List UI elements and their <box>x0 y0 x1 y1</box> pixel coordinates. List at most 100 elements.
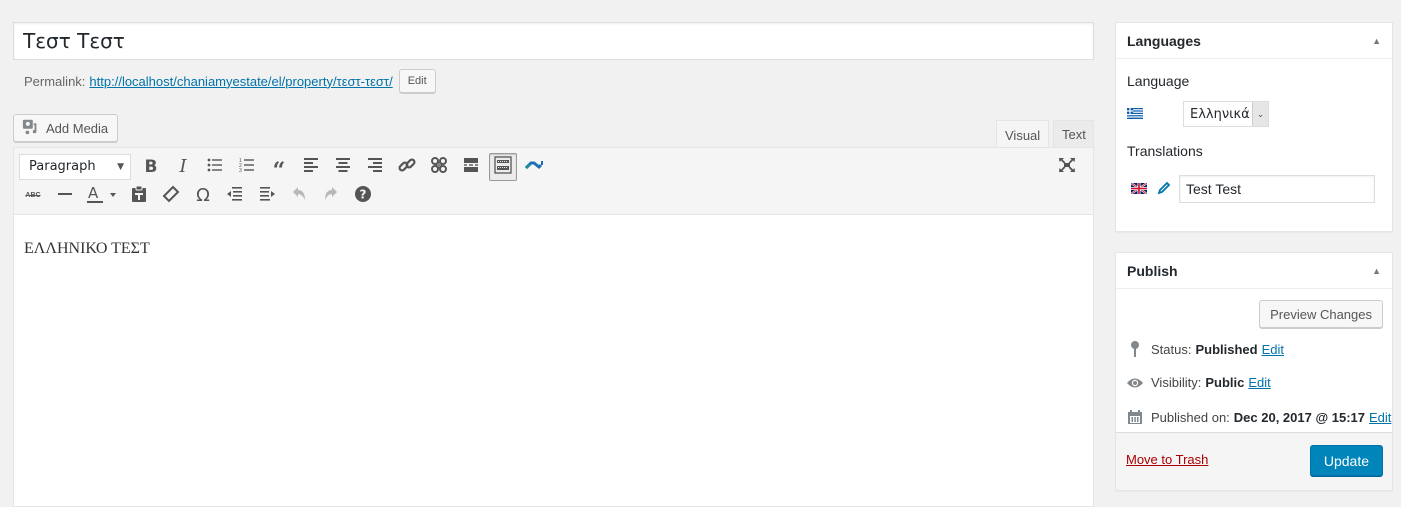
increase-indent-button[interactable] <box>253 182 281 210</box>
numbered-list-button[interactable]: 123 <box>233 153 261 181</box>
undo-button[interactable] <box>285 182 313 210</box>
status-value: Published <box>1195 341 1258 357</box>
permalink-row: Permalink: http://localhost/chaniamyesta… <box>24 69 436 93</box>
published-on-row: Published on: Dec 20, 2017 @ 15:17 Edit <box>1125 409 1391 425</box>
omega-icon: Ω <box>196 185 210 206</box>
publish-title: Publish <box>1127 262 1178 279</box>
align-right-button[interactable] <box>361 153 389 181</box>
permalink-label: Permalink: <box>24 73 86 89</box>
align-center-icon <box>333 155 353 178</box>
decrease-indent-button[interactable] <box>221 182 249 210</box>
language-label: Language <box>1127 73 1190 89</box>
permalink-edit-button[interactable]: Edit <box>398 69 436 93</box>
publish-box-header[interactable]: Publish ▲ <box>1116 253 1392 289</box>
text-color-icon: A <box>85 184 121 207</box>
published-on-edit-link[interactable]: Edit <box>1369 410 1391 425</box>
eraser-icon <box>161 184 181 207</box>
fullscreen-button[interactable] <box>1053 152 1081 180</box>
languages-box-header[interactable]: Languages ▲ <box>1116 23 1392 59</box>
media-icon <box>22 118 40 139</box>
visibility-edit-link[interactable]: Edit <box>1248 375 1270 390</box>
undo-icon <box>289 184 309 207</box>
remove-link-button[interactable] <box>425 153 453 181</box>
published-on-label: Published on: <box>1151 409 1230 425</box>
clipboard-icon <box>129 184 149 207</box>
major-publishing-actions: Move to Trash Update <box>1116 432 1392 490</box>
svg-text:A: A <box>88 184 99 202</box>
status-label: Status: <box>1151 341 1192 357</box>
title-field-wrapper <box>13 22 1094 60</box>
preview-changes-button[interactable]: Preview Changes <box>1259 300 1383 328</box>
status-row: Status: Published Edit <box>1125 341 1284 357</box>
bulleted-list-icon <box>205 155 225 178</box>
content-paragraph: ΕΛΛΗΝΙΚΟ ΤΕΣΤ <box>24 240 150 257</box>
status-edit-link[interactable]: Edit <box>1262 342 1284 357</box>
italic-icon: I <box>179 156 187 177</box>
tab-text[interactable]: Text <box>1053 120 1094 148</box>
svg-text:?: ? <box>360 188 367 202</box>
clear-formatting-button[interactable] <box>157 182 185 210</box>
editor-toolbar: Paragraph ▼ B I 123 “ ABC A Ω ? <box>14 148 1093 215</box>
quote-icon: “ <box>272 157 286 184</box>
languages-body: Language Ελληνικά ⌄ Translations <box>1116 59 1392 215</box>
unlink-icon <box>429 155 449 178</box>
greek-flag-icon <box>1127 107 1143 122</box>
permalink-link[interactable]: http://localhost/chaniamyestate/el/prope… <box>89 74 392 89</box>
read-more-icon <box>461 155 481 178</box>
redo-icon <box>321 184 341 207</box>
horizontal-line-icon <box>55 184 75 207</box>
read-more-button[interactable] <box>457 153 485 181</box>
insert-link-button[interactable] <box>393 153 421 181</box>
special-character-button[interactable]: Ω <box>189 182 217 210</box>
add-media-button[interactable]: Add Media <box>13 114 119 142</box>
move-to-trash-link[interactable]: Move to Trash <box>1126 452 1208 467</box>
align-left-button[interactable] <box>297 153 325 181</box>
indent-icon <box>257 184 277 207</box>
keyboard-icon <box>493 155 513 178</box>
toolbar-toggle-button[interactable] <box>489 152 517 181</box>
numbered-list-icon: 123 <box>237 155 257 178</box>
horizontal-line-button[interactable] <box>51 182 79 210</box>
editor-content-area[interactable]: ΕΛΛΗΝΙΚΟ ΤΕΣΤ <box>14 215 1093 283</box>
bold-button[interactable]: B <box>137 153 165 181</box>
text-color-button[interactable]: A <box>83 182 123 210</box>
fullscreen-icon <box>1057 155 1077 178</box>
pin-icon <box>1125 341 1145 357</box>
link-icon <box>397 155 417 178</box>
collapse-toggle-icon[interactable]: ▲ <box>1372 36 1381 46</box>
language-row: Ελληνικά ⌄ <box>1127 101 1381 127</box>
format-select[interactable]: Paragraph ▼ <box>19 153 131 180</box>
update-button[interactable]: Update <box>1309 445 1383 476</box>
align-center-button[interactable] <box>329 153 357 181</box>
custom-plugin-button[interactable] <box>521 153 549 181</box>
languages-title: Languages <box>1127 32 1201 49</box>
chevron-down-icon: ▼ <box>117 161 124 172</box>
language-select[interactable]: Ελληνικά ⌄ <box>1183 101 1269 127</box>
italic-button[interactable]: I <box>169 153 197 181</box>
redo-button[interactable] <box>317 182 345 210</box>
visibility-label: Visibility: <box>1151 375 1202 390</box>
collapse-toggle-icon[interactable]: ▲ <box>1372 266 1381 276</box>
visibility-row: Visibility: Public Edit <box>1125 375 1271 390</box>
edit-translation-pencil-icon[interactable] <box>1157 181 1171 198</box>
outdent-icon <box>225 184 245 207</box>
paste-as-text-button[interactable] <box>125 182 153 210</box>
tab-visual[interactable]: Visual <box>996 120 1049 149</box>
strikethrough-icon: ABC <box>25 192 41 199</box>
language-select-value: Ελληνικά <box>1190 106 1250 122</box>
translations-label: Translations <box>1127 143 1203 159</box>
chevron-down-icon: ⌄ <box>1252 102 1268 126</box>
toolbar-row-2: ABC A Ω ? <box>19 181 1088 210</box>
keyboard-shortcuts-button[interactable]: ? <box>349 182 377 210</box>
calendar-icon <box>1125 409 1145 425</box>
svg-text:3: 3 <box>239 168 242 174</box>
toolbar-row-1: Paragraph ▼ B I 123 “ <box>19 152 1088 184</box>
content-editor: Paragraph ▼ B I 123 “ ABC A Ω ? ΕΛΛΗΝΙΚΟ… <box>13 147 1094 507</box>
bulleted-list-button[interactable] <box>201 153 229 181</box>
blockquote-button[interactable]: “ <box>265 153 293 184</box>
post-title-input[interactable] <box>14 23 1093 59</box>
eye-icon <box>1125 377 1145 389</box>
translation-input[interactable] <box>1179 175 1375 203</box>
strikethrough-button[interactable]: ABC <box>19 182 47 210</box>
translation-row <box>1127 175 1381 203</box>
